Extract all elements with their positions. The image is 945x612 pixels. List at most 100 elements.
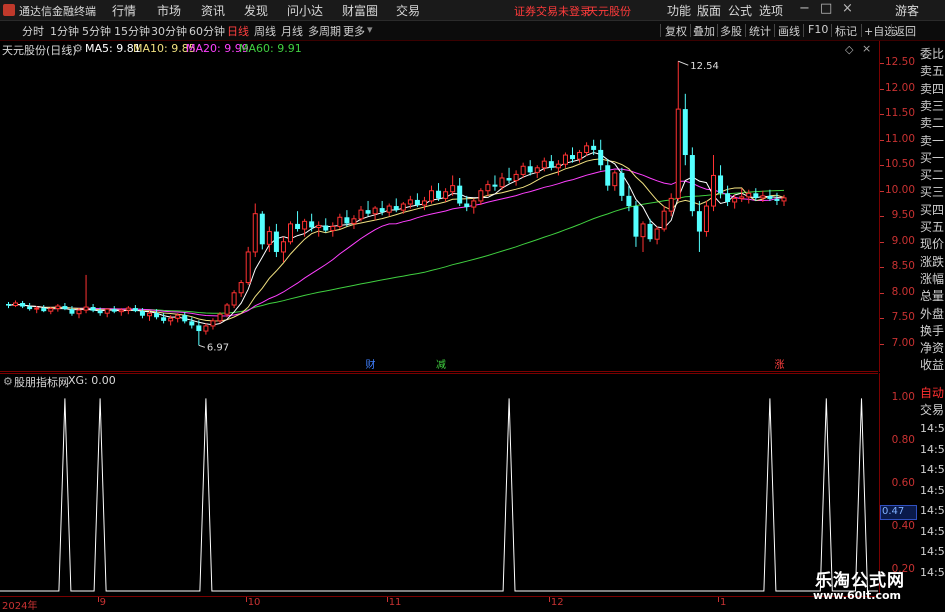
candle-body bbox=[224, 304, 230, 315]
quote-field-label: 涨跌 bbox=[920, 254, 945, 269]
price-tick-label: 8.00 bbox=[891, 285, 915, 298]
period-tab-active[interactable]: 日线 bbox=[227, 23, 249, 39]
trade-time: 14:56 bbox=[920, 545, 945, 558]
close-icon[interactable]: × bbox=[842, 1, 853, 16]
indicator-panel[interactable]: ⚙ 股朋指标网 XG: 0.00 bbox=[0, 373, 878, 595]
period-tab[interactable]: 月线 bbox=[281, 23, 303, 39]
candle-body bbox=[168, 317, 174, 322]
period-more[interactable]: 更多 bbox=[343, 23, 365, 39]
menu-formula[interactable]: 公式 bbox=[728, 2, 752, 19]
back-button[interactable]: 返回 bbox=[894, 23, 916, 39]
menu-discover[interactable]: 发现 bbox=[244, 2, 268, 19]
trade-label[interactable]: 交易 bbox=[920, 401, 944, 418]
menu-trade[interactable]: 交易 bbox=[396, 2, 420, 19]
candle-body bbox=[238, 282, 244, 294]
menu-function[interactable]: 功能 bbox=[667, 2, 691, 19]
close-panel-icon[interactable]: × bbox=[862, 42, 871, 55]
guest-user[interactable]: 游客 bbox=[895, 2, 919, 19]
candle-body bbox=[436, 190, 442, 199]
candle-body bbox=[534, 167, 540, 173]
period-tab[interactable]: 周线 bbox=[254, 23, 276, 39]
date-tick-label: 12 bbox=[550, 597, 564, 608]
candle-body bbox=[189, 321, 195, 326]
auto-trade-label[interactable]: 自动 bbox=[920, 384, 944, 401]
f10-button[interactable]: F10 bbox=[808, 23, 828, 36]
minimize-icon[interactable]: − bbox=[799, 1, 810, 16]
indicator-tick-label: 1.00 bbox=[891, 391, 915, 404]
price-tick-label: 12.00 bbox=[884, 81, 915, 94]
xg-signal-line bbox=[0, 398, 878, 592]
candle-body bbox=[527, 166, 533, 173]
candle-body bbox=[774, 198, 780, 201]
candle-body bbox=[139, 311, 145, 316]
menu-xiaoda[interactable]: 问小达 bbox=[287, 2, 323, 19]
current-stock-name: 天元股份 bbox=[587, 5, 631, 18]
candle-body bbox=[344, 217, 350, 224]
candle-body bbox=[711, 174, 716, 207]
login-warning[interactable]: 证券交易未登录 bbox=[514, 3, 591, 19]
maximize-icon[interactable]: □ bbox=[820, 1, 832, 16]
candle-body bbox=[111, 309, 117, 312]
overlay-button[interactable]: 叠加 bbox=[693, 23, 715, 39]
price-tick-label: 9.50 bbox=[891, 209, 915, 222]
mark-button[interactable]: 标记 bbox=[835, 23, 857, 39]
candle-body bbox=[429, 190, 434, 202]
trade-time: 14:56 bbox=[920, 422, 945, 435]
watermark-url: www.60lt.com bbox=[813, 589, 902, 602]
candle-body bbox=[231, 292, 237, 306]
candle-body bbox=[97, 310, 103, 314]
candle-body bbox=[104, 308, 110, 314]
candle-body bbox=[266, 231, 272, 245]
period-tab[interactable]: 15分钟 bbox=[114, 23, 150, 39]
menu-market[interactable]: 行情 bbox=[112, 2, 136, 19]
candle-body bbox=[513, 173, 519, 182]
chevron-down-icon[interactable]: ▾ bbox=[367, 23, 373, 36]
candle-body bbox=[27, 306, 33, 310]
candle-body bbox=[605, 165, 611, 186]
trade-time: 14:56 bbox=[920, 442, 945, 456]
candle-body bbox=[753, 193, 759, 198]
candle-body bbox=[457, 185, 463, 204]
candle-body bbox=[718, 175, 724, 194]
candle-body bbox=[273, 231, 279, 252]
menu-markets[interactable]: 市场 bbox=[157, 2, 181, 19]
candle-body bbox=[492, 184, 498, 187]
period-tab[interactable]: 30分钟 bbox=[151, 23, 187, 39]
candle-body bbox=[210, 320, 216, 327]
xg-value: XG: 0.00 bbox=[68, 374, 116, 387]
draw-line-button[interactable]: 画线 bbox=[778, 23, 800, 39]
diamond-icon[interactable]: ◇ bbox=[845, 43, 853, 56]
menu-options[interactable]: 选项 bbox=[759, 2, 783, 19]
quote-field-label: 卖二 bbox=[920, 116, 945, 131]
candle-body bbox=[591, 145, 597, 150]
quote-field-label: 委比 bbox=[920, 47, 945, 61]
candle-body bbox=[48, 308, 54, 312]
candle-body bbox=[612, 172, 618, 187]
trade-time: 14:56 bbox=[920, 504, 945, 517]
period-tab[interactable]: 5分钟 bbox=[82, 23, 111, 39]
settings-gear-icon[interactable]: ⚙ bbox=[3, 375, 13, 388]
period-tab[interactable]: 60分钟 bbox=[189, 23, 225, 39]
multi-stock-button[interactable]: 多股 bbox=[720, 23, 742, 39]
period-tab[interactable]: 分时 bbox=[22, 23, 44, 39]
indicator-tick-label: 0.80 bbox=[891, 434, 915, 447]
quote-field-label: 买一 bbox=[920, 150, 945, 165]
candle-body bbox=[760, 195, 766, 199]
candle-body bbox=[577, 151, 583, 160]
candle-body bbox=[450, 185, 456, 193]
price-chart-panel[interactable]: 12.54 6.97 财减涨 天元股份(日线) ⚙ MA5: 9.81 MA10: … bbox=[0, 41, 878, 372]
menu-news[interactable]: 资讯 bbox=[201, 2, 225, 19]
statistics-button[interactable]: 统计 bbox=[749, 23, 771, 39]
period-tab[interactable]: 多周期 bbox=[308, 23, 341, 39]
indicator-title: 股朋指标网 bbox=[14, 376, 69, 389]
candle-body bbox=[562, 154, 568, 165]
menu-wealth[interactable]: 财富圈 bbox=[342, 2, 378, 19]
candle-body bbox=[675, 108, 681, 199]
menu-layout[interactable]: 版面 bbox=[697, 2, 721, 19]
candle-body bbox=[196, 325, 202, 332]
price-tick-label: 8.50 bbox=[891, 260, 915, 273]
candle-body bbox=[76, 309, 82, 315]
settings-gear-icon[interactable]: ⚙ bbox=[73, 42, 83, 55]
adjust-button[interactable]: 复权 bbox=[665, 23, 687, 39]
period-tab[interactable]: 1分钟 bbox=[50, 23, 79, 39]
